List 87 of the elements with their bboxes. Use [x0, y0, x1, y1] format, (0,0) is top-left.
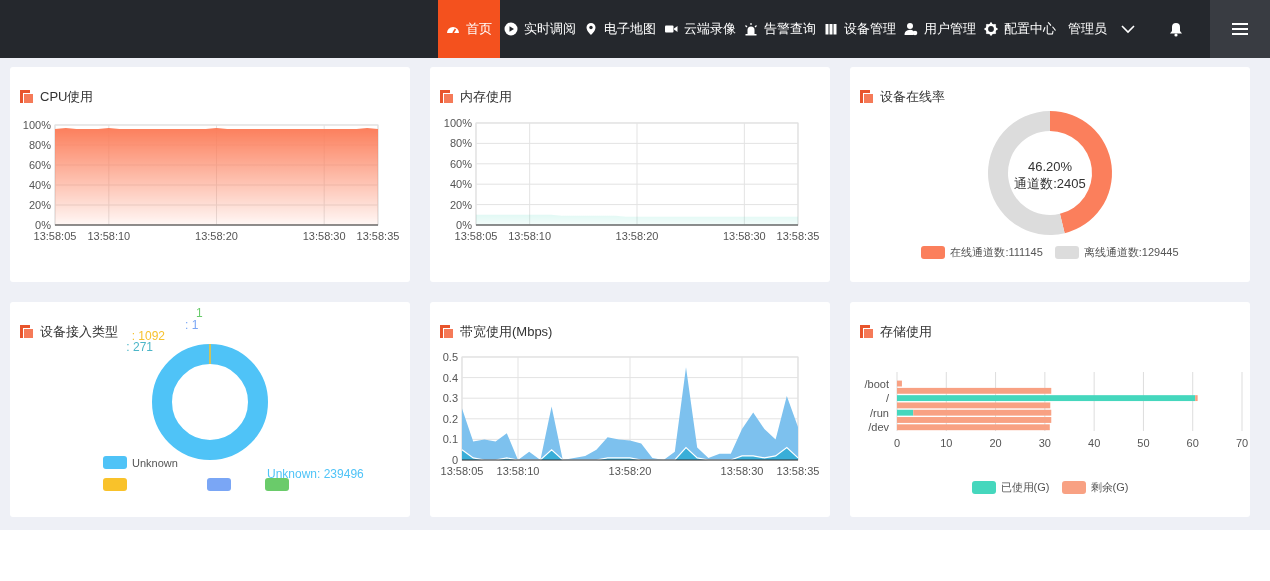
axis-label: 13:58:05 [440, 465, 484, 477]
card-title: 内存使用 [460, 87, 512, 106]
axis-label: 80% [28, 139, 51, 151]
nav-tab[interactable]: 实时调阅 [500, 0, 580, 58]
menu-button[interactable] [1210, 0, 1270, 58]
donut-center-label: 46.20% [1027, 159, 1073, 174]
axis-label: 20% [449, 198, 472, 211]
axis-label: 13:58:10 [87, 230, 131, 242]
axis-label: 13:58:10 [496, 465, 540, 477]
card-title: 带宽使用(Mbps) [460, 322, 553, 341]
card-title: CPU使用 [40, 87, 94, 106]
user-icon [904, 22, 918, 36]
nav-tab[interactable]: 云端录像 [660, 0, 740, 58]
nav-tab[interactable]: 配置中心 [980, 0, 1060, 58]
nav-tab[interactable]: 用户管理 [900, 0, 980, 58]
axis-label: 60% [28, 159, 51, 171]
legend-label: 已使用(G) [1000, 480, 1050, 495]
nav-tab[interactable]: 告警查询 [740, 0, 820, 58]
legend-label: 剩余(G) [1090, 480, 1129, 495]
axis-label: 40% [28, 179, 51, 191]
axis-label: 13:58:30 [722, 230, 766, 242]
axis-label: 13:58:05 [454, 230, 498, 242]
menu-icon [1232, 23, 1248, 35]
data-label: : 1092 [131, 329, 165, 343]
bell-icon [1169, 21, 1183, 37]
axis-label: 60 [1186, 437, 1199, 449]
chevron-down-icon [1121, 24, 1135, 34]
axis-label: 40% [449, 178, 472, 191]
legend-label: 离线通道数:129445 [1083, 245, 1179, 260]
data-label: Unknown: 239496 [267, 467, 364, 481]
axis-label: 13:58:35 [776, 465, 820, 477]
axis-label: 0% [456, 219, 472, 231]
squares-icon [440, 325, 453, 338]
axis-label: 13:58:20 [615, 230, 659, 242]
squares-icon [860, 90, 873, 103]
axis-label: 13:58:10 [508, 230, 552, 242]
nav-tab[interactable]: 电子地图 [580, 0, 660, 58]
axis-label: 20% [28, 199, 51, 211]
axis-label: 0 [893, 437, 901, 449]
axis-label: 40 [1088, 437, 1101, 449]
squares-icon [20, 90, 33, 103]
axis-label: 13:58:05 [33, 230, 77, 242]
axis-label: 0.3 [442, 392, 458, 405]
data-label: : 1 [185, 318, 199, 332]
data-label: : 271 [126, 340, 153, 354]
card-title: 存储使用 [880, 322, 932, 341]
axis-label: /dev [868, 421, 889, 434]
axis-label: 13:58:30 [720, 465, 764, 477]
axis-label: 13:58:20 [608, 465, 652, 477]
nav-tab[interactable]: 设备管理 [820, 0, 900, 58]
play-icon [504, 22, 518, 36]
columns-icon [824, 22, 838, 36]
axis-label: 0.4 [442, 371, 458, 384]
axis-label: / [885, 392, 889, 405]
axis-label: 70 [1235, 437, 1249, 449]
alarm-light-icon [744, 22, 758, 36]
axis-label: 30 [1038, 437, 1051, 449]
settings-icon [984, 22, 998, 36]
data-label: 1 [196, 306, 203, 320]
axis-label: /run [870, 406, 889, 419]
squares-icon [860, 325, 873, 338]
donut-center-label: 通道数:2405 [1014, 176, 1086, 191]
axis-label: 13:58:30 [302, 230, 346, 242]
axis-label: 13:58:20 [195, 230, 238, 242]
axis-label: 13:58:35 [776, 230, 820, 242]
axis-label: 0 [451, 454, 458, 466]
axis-label: 50 [1137, 437, 1150, 449]
card-title: 设备接入类型 [40, 322, 118, 341]
axis-label: 10 [940, 437, 953, 449]
card-title: 设备在线率 [880, 87, 945, 106]
axis-label: 20 [989, 437, 1002, 449]
map-pin-icon [584, 22, 598, 36]
axis-label: 100% [22, 119, 51, 131]
legend-label: Unknown [132, 456, 178, 469]
axis-label: 80% [449, 137, 472, 150]
axis-label: /boot [864, 377, 889, 390]
legend-label: 在线通道数:111145 [950, 245, 1043, 260]
axis-label: 60% [449, 157, 472, 170]
user-menu[interactable]: 管理员 [1064, 0, 1139, 58]
squares-icon [440, 90, 453, 103]
squares-icon [20, 325, 33, 338]
axis-label: 0.1 [442, 433, 458, 446]
axis-label: 100% [443, 117, 472, 129]
axis-label: 0% [35, 219, 51, 231]
axis-label: 13:58:35 [356, 230, 400, 242]
axis-label: 0.5 [442, 351, 458, 363]
axis-label: 0.2 [442, 412, 458, 425]
